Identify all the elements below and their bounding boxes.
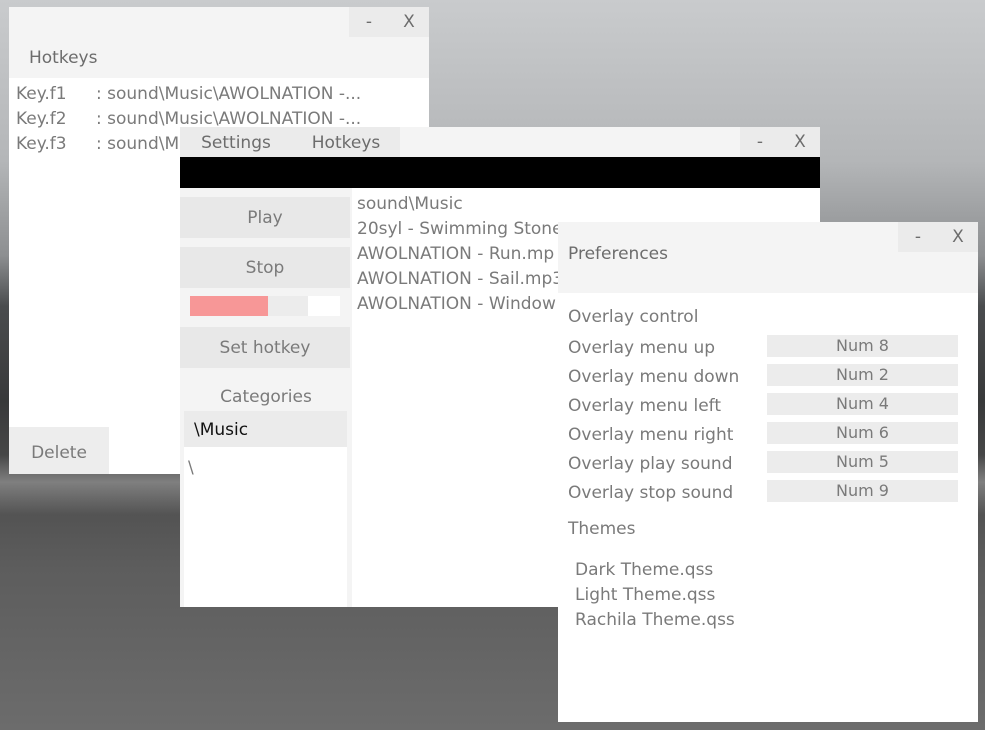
hotkeys-close-button[interactable]: X <box>389 7 429 37</box>
overlay-menu-left-key-button[interactable]: Num 4 <box>767 393 958 415</box>
hotkey-value: : sound\Music\AWOLNATION -... <box>96 109 362 129</box>
overlay-play-sound-label: Overlay play sound <box>568 454 733 474</box>
theme-item[interactable]: Rachila Theme.qss <box>575 610 735 630</box>
category-item[interactable]: \ <box>188 458 194 478</box>
hotkeys-minimize-button[interactable]: - <box>349 7 389 37</box>
category-item-selected[interactable]: \Music <box>184 411 347 447</box>
file-list-path[interactable]: sound\Music <box>357 194 463 214</box>
categories-heading: Categories <box>220 387 312 407</box>
hotkey-key: Key.f1 <box>16 84 67 104</box>
main-close-button[interactable]: X <box>780 127 820 157</box>
categories-list: \Music \ <box>184 411 347 607</box>
overlay-menu-down-key-button[interactable]: Num 2 <box>767 364 958 386</box>
volume-slider-fill <box>190 296 268 316</box>
overlay-menu-down-label: Overlay menu down <box>568 367 740 387</box>
preferences-minimize-button[interactable]: - <box>898 222 938 252</box>
preferences-title: Preferences <box>568 244 668 264</box>
overlay-play-sound-key-button[interactable]: Num 5 <box>767 451 958 473</box>
stop-button[interactable]: Stop <box>180 247 350 288</box>
file-list-item[interactable]: AWOLNATION - Window <box>357 294 556 314</box>
overlay-menu-left-label: Overlay menu left <box>568 396 721 416</box>
category-item-label: \Music <box>194 420 249 440</box>
tab-hotkeys[interactable]: Hotkeys <box>292 127 400 157</box>
themes-heading: Themes <box>568 519 636 539</box>
overlay-menu-up-key-button[interactable]: Num 8 <box>767 335 958 357</box>
overlay-menu-up-label: Overlay menu up <box>568 338 716 358</box>
overlay-stop-sound-key-button[interactable]: Num 9 <box>767 480 958 502</box>
main-minimize-button[interactable]: - <box>740 127 780 157</box>
volume-slider-end <box>308 296 340 316</box>
hotkey-row[interactable]: Key.f3 : sound\M <box>16 134 179 154</box>
hotkeys-header-label: Hotkeys <box>29 48 98 68</box>
overlay-control-heading: Overlay control <box>568 307 699 327</box>
preferences-close-button[interactable]: X <box>938 222 978 252</box>
overlay-menu-right-key-button[interactable]: Num 6 <box>767 422 958 444</box>
delete-hotkey-button[interactable]: Delete <box>9 427 109 474</box>
hotkey-row[interactable]: Key.f2 : sound\Music\AWOLNATION -... <box>16 109 361 129</box>
hotkey-key: Key.f3 <box>16 134 67 154</box>
search-bar[interactable] <box>180 157 820 188</box>
control-panel: Play Stop Set hotkey Categories \Music \ <box>180 188 352 607</box>
file-list-item[interactable]: 20syl - Swimming Stone <box>357 219 563 239</box>
set-hotkey-button[interactable]: Set hotkey <box>180 327 350 368</box>
theme-item[interactable]: Dark Theme.qss <box>575 560 713 580</box>
hotkey-value: : sound\M <box>96 134 180 154</box>
hotkey-value: : sound\Music\AWOLNATION -... <box>96 84 362 104</box>
hotkeys-header: Hotkeys <box>9 37 429 78</box>
preferences-window: Preferences - X Overlay control Overlay … <box>558 222 978 722</box>
tab-settings[interactable]: Settings <box>180 127 292 157</box>
theme-item[interactable]: Light Theme.qss <box>575 585 715 605</box>
play-button[interactable]: Play <box>180 197 350 238</box>
file-list-item[interactable]: AWOLNATION - Sail.mp3 <box>357 269 563 289</box>
overlay-stop-sound-label: Overlay stop sound <box>568 483 734 503</box>
hotkey-row[interactable]: Key.f1 : sound\Music\AWOLNATION -... <box>16 84 361 104</box>
hotkey-key: Key.f2 <box>16 109 67 129</box>
overlay-menu-right-label: Overlay menu right <box>568 425 734 445</box>
file-list-item[interactable]: AWOLNATION - Run.mp <box>357 244 554 264</box>
